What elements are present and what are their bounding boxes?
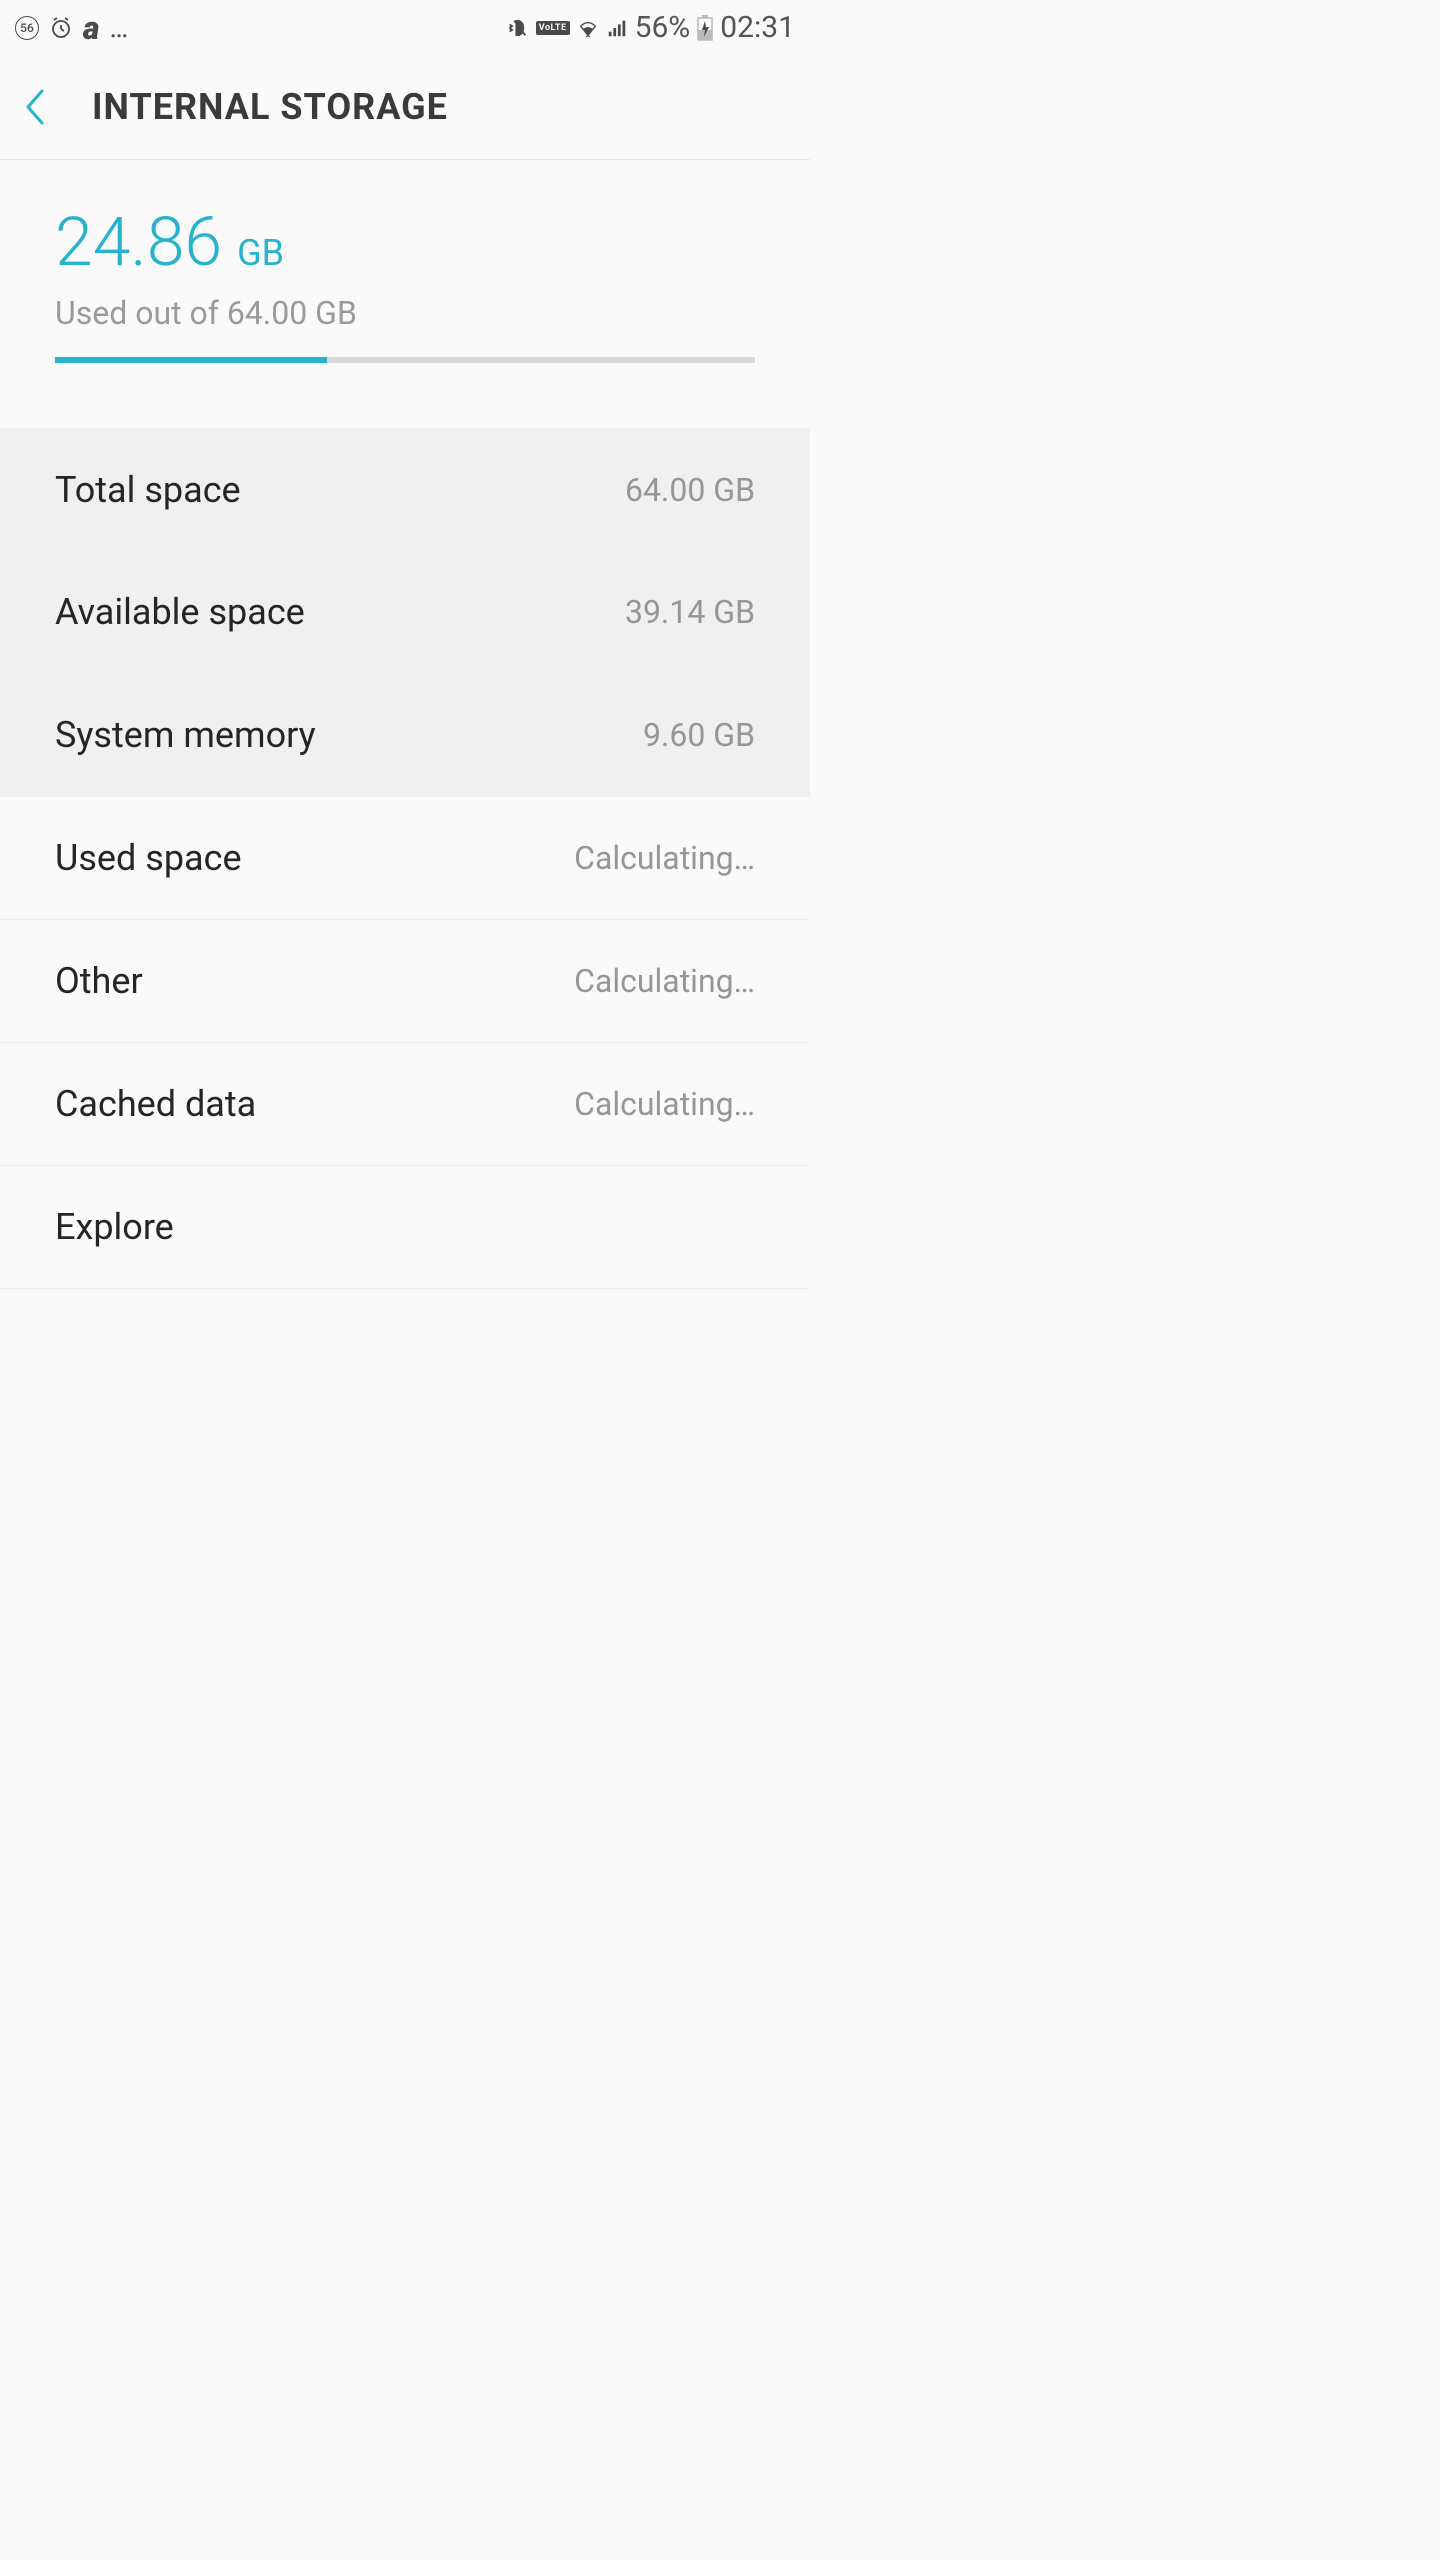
row-label: System memory xyxy=(55,714,316,756)
row-value: Calculating… xyxy=(574,962,755,1000)
row-value: 64.00 GB xyxy=(625,471,755,509)
storage-total-text: Used out of 64.00 GB xyxy=(55,294,755,332)
app-a-icon: a xyxy=(83,12,99,44)
row-label: Explore xyxy=(55,1206,174,1248)
battery-percent: 56% xyxy=(635,10,691,45)
row-used-space[interactable]: Used space Calculating… xyxy=(0,797,810,920)
storage-rows: Total space 64.00 GB Available space 39.… xyxy=(0,428,810,1289)
row-system-memory[interactable]: System memory 9.60 GB xyxy=(0,674,810,797)
row-value: 39.14 GB xyxy=(625,593,755,631)
row-value: 9.60 GB xyxy=(643,716,755,754)
page-title: INTERNAL STORAGE xyxy=(92,86,448,128)
status-left-icons: 56 a … xyxy=(15,12,130,44)
row-total-space[interactable]: Total space 64.00 GB xyxy=(0,428,810,551)
status-bar: 56 a … VoLTE xyxy=(0,0,810,55)
row-other[interactable]: Other Calculating… xyxy=(0,920,810,1043)
storage-used-number: 24.86 xyxy=(55,208,222,276)
row-label: Available space xyxy=(55,591,305,633)
storage-used-unit: GB xyxy=(237,232,284,274)
storage-used: 24.86 GB xyxy=(55,208,755,276)
volte-icon: VoLTE xyxy=(536,21,570,35)
clock-time: 02:31 xyxy=(720,10,795,45)
row-label: Cached data xyxy=(55,1083,256,1125)
battery-charging-icon xyxy=(697,15,713,41)
wifi-icon xyxy=(577,17,599,39)
status-right-icons: VoLTE 56% 02:31 xyxy=(507,10,795,45)
row-label: Other xyxy=(55,960,143,1002)
storage-progress-fill xyxy=(55,357,327,363)
row-value: Calculating… xyxy=(574,1085,755,1123)
row-cached-data[interactable]: Cached data Calculating… xyxy=(0,1043,810,1166)
row-explore[interactable]: Explore xyxy=(0,1166,810,1289)
alarm-icon xyxy=(49,16,73,40)
row-available-space[interactable]: Available space 39.14 GB xyxy=(0,551,810,674)
header-bar: INTERNAL STORAGE xyxy=(0,55,810,160)
row-value: Calculating… xyxy=(574,839,755,877)
signal-icon xyxy=(606,17,628,39)
row-label: Used space xyxy=(55,837,242,879)
storage-progress-bar xyxy=(55,357,755,363)
notification-count-icon: 56 xyxy=(15,16,39,40)
row-label: Total space xyxy=(55,469,241,511)
back-button[interactable] xyxy=(20,87,52,127)
storage-summary: 24.86 GB Used out of 64.00 GB xyxy=(0,160,810,393)
vibrate-icon xyxy=(507,17,529,39)
